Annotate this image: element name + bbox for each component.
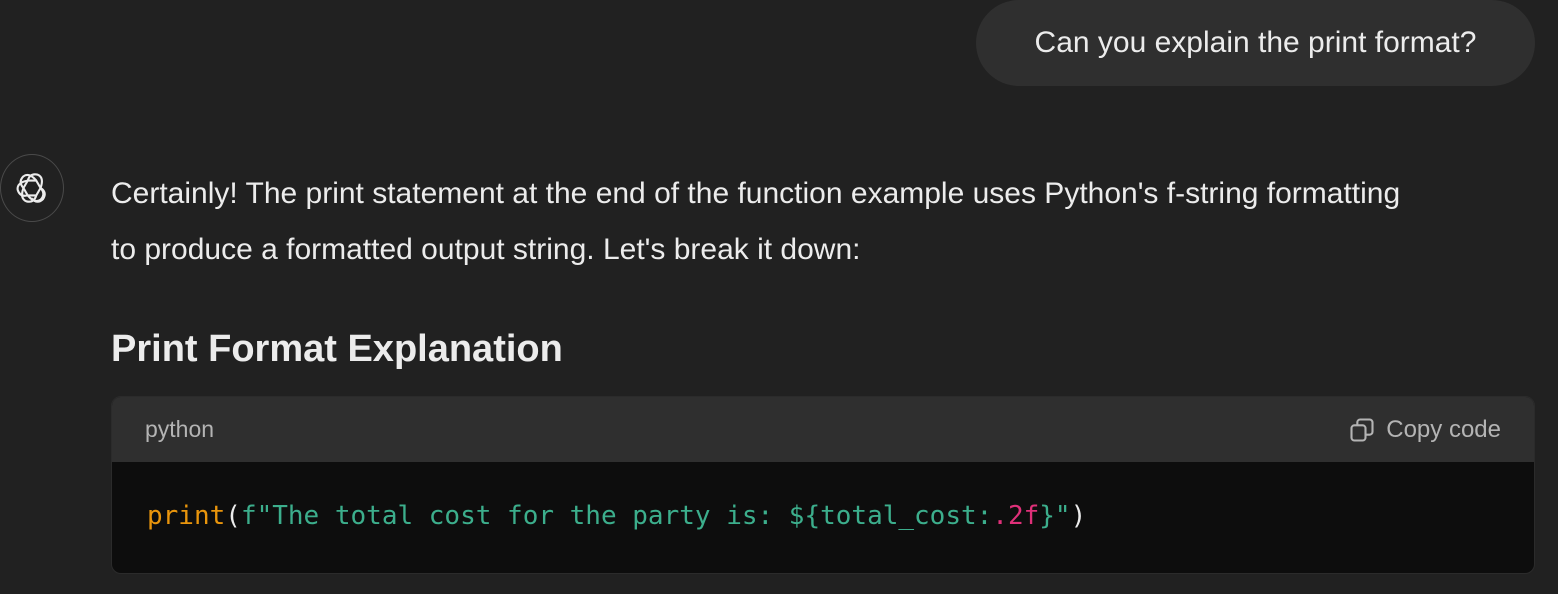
user-message-bubble: Can you explain the print format? — [976, 0, 1535, 86]
section-heading: Print Format Explanation — [111, 328, 563, 370]
assistant-avatar — [0, 154, 64, 222]
code-content: print(f"The total cost for the party is:… — [112, 462, 1534, 570]
assistant-paragraph: Certainly! The print statement at the en… — [111, 177, 1401, 266]
code-block: python Copy code print(f"The total cost … — [111, 396, 1535, 574]
code-token-open-paren: ( — [225, 501, 241, 531]
code-language-label: python — [145, 416, 215, 442]
code-token-string-end: }" — [1039, 501, 1071, 531]
openai-logo-icon — [16, 173, 46, 203]
code-token-close-paren: ) — [1070, 501, 1087, 531]
code-token-function: print — [147, 501, 226, 531]
code-token-format-spec: .2f — [992, 501, 1040, 531]
copy-code-label: Copy code — [1386, 415, 1501, 443]
copy-icon — [1350, 417, 1374, 442]
user-message-text: Can you explain the print format? — [1034, 26, 1477, 59]
code-block-header: python Copy code — [112, 397, 1534, 462]
code-token-string: f"The total cost for the party is: ${tot… — [240, 501, 993, 531]
copy-code-button[interactable]: Copy code — [1348, 416, 1501, 444]
